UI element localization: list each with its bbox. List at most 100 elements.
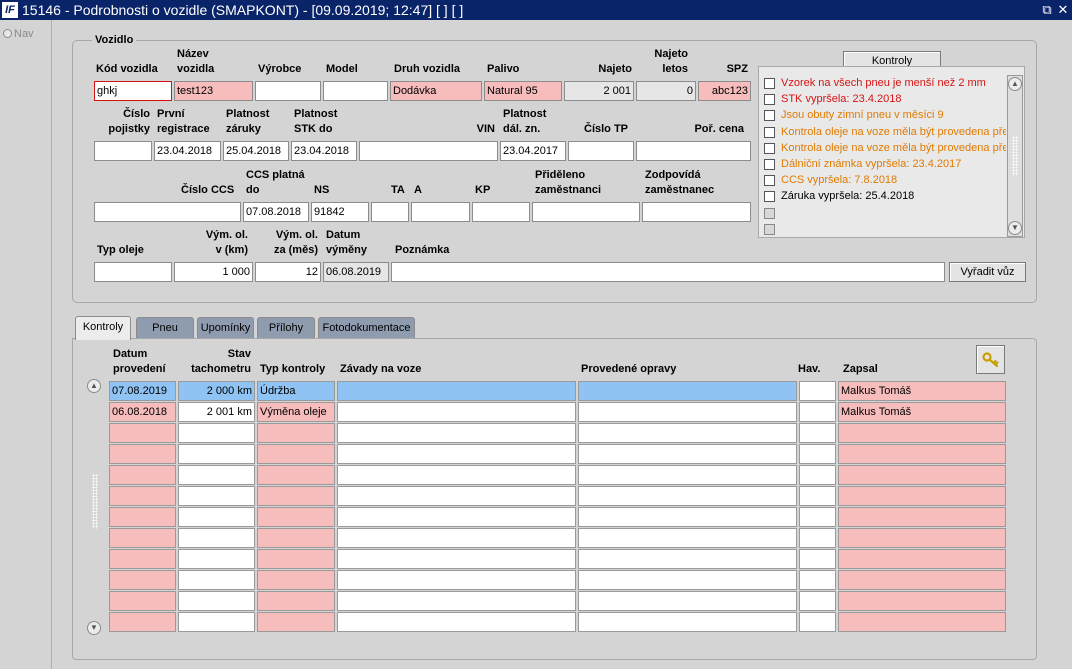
cell-zapsal[interactable]: [838, 444, 1006, 464]
vymena-km-input[interactable]: 1 000: [174, 262, 253, 282]
cell-typ[interactable]: [257, 444, 335, 464]
cell-datum[interactable]: [109, 549, 176, 569]
grid-scroll-down-icon[interactable]: ▼: [87, 621, 101, 635]
cell-hav[interactable]: [799, 486, 836, 506]
kod-vozidla-input[interactable]: ghkj: [94, 81, 172, 101]
kontrola-checkbox[interactable]: [764, 94, 775, 106]
cell-hav[interactable]: [799, 591, 836, 611]
cell-datum[interactable]: [109, 465, 176, 485]
cell-zapsal[interactable]: [838, 570, 1006, 590]
kontrola-checkbox[interactable]: [764, 175, 775, 187]
cell-typ[interactable]: Údržba: [257, 381, 335, 401]
cell-zavady[interactable]: [337, 549, 576, 569]
cell-typ[interactable]: [257, 612, 335, 632]
cell-opravy[interactable]: [578, 381, 797, 401]
cislo-tp-input[interactable]: [568, 141, 634, 161]
cell-stav[interactable]: [178, 507, 255, 527]
tab-4[interactable]: Fotodokumentace: [318, 317, 415, 339]
ta-input[interactable]: [371, 202, 409, 222]
cell-zapsal[interactable]: [838, 528, 1006, 548]
cell-hav[interactable]: [799, 381, 836, 401]
cell-opravy[interactable]: [578, 549, 797, 569]
najeto-input[interactable]: 2 001: [564, 81, 634, 101]
vyrobce-input[interactable]: [255, 81, 321, 101]
por-cena-input[interactable]: [636, 141, 751, 161]
kontrola-checkbox[interactable]: [764, 78, 775, 89]
spz-input[interactable]: abc123: [698, 81, 751, 101]
cell-stav[interactable]: [178, 423, 255, 443]
typ-oleje-input[interactable]: [94, 262, 172, 282]
tab-1[interactable]: Pneu: [136, 317, 194, 339]
cell-stav[interactable]: 2 000 km: [178, 381, 255, 401]
platnost-dal-zn-input[interactable]: 23.04.2017: [500, 141, 566, 161]
cell-stav[interactable]: 2 001 km: [178, 402, 255, 422]
cell-zapsal[interactable]: [838, 612, 1006, 632]
poznamka-input[interactable]: [391, 262, 945, 282]
cislo-ccs-input[interactable]: [94, 202, 241, 222]
cell-zavady[interactable]: [337, 402, 576, 422]
kontrola-checkbox[interactable]: [764, 207, 775, 219]
kp-input[interactable]: [472, 202, 530, 222]
cell-stav[interactable]: [178, 528, 255, 548]
cell-datum[interactable]: [109, 507, 176, 527]
druh-vozidla-input[interactable]: Dodávka: [390, 81, 482, 101]
cell-datum[interactable]: [109, 612, 176, 632]
zodpovida-input[interactable]: [642, 202, 751, 222]
tab-0[interactable]: Kontroly: [75, 316, 131, 340]
cell-datum[interactable]: [109, 570, 176, 590]
cell-hav[interactable]: [799, 570, 836, 590]
cell-zapsal[interactable]: Malkus Tomáš: [838, 381, 1006, 401]
kontrola-checkbox[interactable]: [764, 126, 775, 138]
cell-hav[interactable]: [799, 423, 836, 443]
cell-datum[interactable]: [109, 486, 176, 506]
vyradit-vuz-button[interactable]: Vyřadit vůz: [949, 262, 1026, 282]
vymena-mesice-input[interactable]: 12: [255, 262, 321, 282]
cell-zapsal[interactable]: [838, 423, 1006, 443]
cell-opravy[interactable]: [578, 570, 797, 590]
cell-opravy[interactable]: [578, 465, 797, 485]
ns-input[interactable]: 91842: [311, 202, 369, 222]
cell-hav[interactable]: [799, 528, 836, 548]
grid-scroll-up-icon[interactable]: ▲: [87, 379, 101, 393]
cell-zapsal[interactable]: [838, 465, 1006, 485]
cell-stav[interactable]: [178, 444, 255, 464]
cell-hav[interactable]: [799, 444, 836, 464]
cell-datum[interactable]: [109, 591, 176, 611]
palivo-input[interactable]: Natural 95: [484, 81, 562, 101]
kontroly-scrollbar[interactable]: ▲ ▼: [1007, 75, 1023, 237]
tab-3[interactable]: Přílohy: [257, 317, 315, 339]
cell-opravy[interactable]: [578, 591, 797, 611]
scroll-up-icon[interactable]: ▲: [1008, 77, 1022, 91]
cell-opravy[interactable]: [578, 444, 797, 464]
kontrola-checkbox[interactable]: [764, 159, 775, 170]
tab-2[interactable]: Upomínky: [197, 317, 254, 339]
model-input[interactable]: [323, 81, 388, 101]
key-button[interactable]: [976, 345, 1005, 374]
cell-typ[interactable]: [257, 549, 335, 569]
cislo-pojistky-input[interactable]: [94, 141, 152, 161]
cell-zapsal[interactable]: [838, 507, 1006, 527]
najeto-letos-input[interactable]: 0: [636, 81, 696, 101]
cell-zavady[interactable]: [337, 528, 576, 548]
cell-zavady[interactable]: [337, 465, 576, 485]
cell-zavady[interactable]: [337, 444, 576, 464]
cell-datum[interactable]: 07.08.2019: [109, 381, 176, 401]
cell-datum[interactable]: [109, 444, 176, 464]
cell-zavady[interactable]: [337, 591, 576, 611]
datum-vymeny-input[interactable]: 06.08.2019: [323, 262, 389, 282]
kontrola-checkbox[interactable]: [764, 110, 775, 122]
cell-stav[interactable]: [178, 465, 255, 485]
platnost-stk-input[interactable]: 23.04.2018: [291, 141, 357, 161]
ccs-platna-input[interactable]: 07.08.2018: [243, 202, 309, 222]
cell-zapsal[interactable]: [838, 591, 1006, 611]
a-input[interactable]: [411, 202, 470, 222]
cell-datum[interactable]: [109, 528, 176, 548]
scroll-grip[interactable]: [1012, 136, 1018, 176]
cell-opravy[interactable]: [578, 528, 797, 548]
cell-stav[interactable]: [178, 591, 255, 611]
cell-zapsal[interactable]: Malkus Tomáš: [838, 402, 1006, 422]
cell-opravy[interactable]: [578, 402, 797, 422]
cell-typ[interactable]: [257, 423, 335, 443]
nav-button[interactable]: Nav: [3, 28, 34, 40]
platnost-zaruky-input[interactable]: 25.04.2018: [223, 141, 289, 161]
